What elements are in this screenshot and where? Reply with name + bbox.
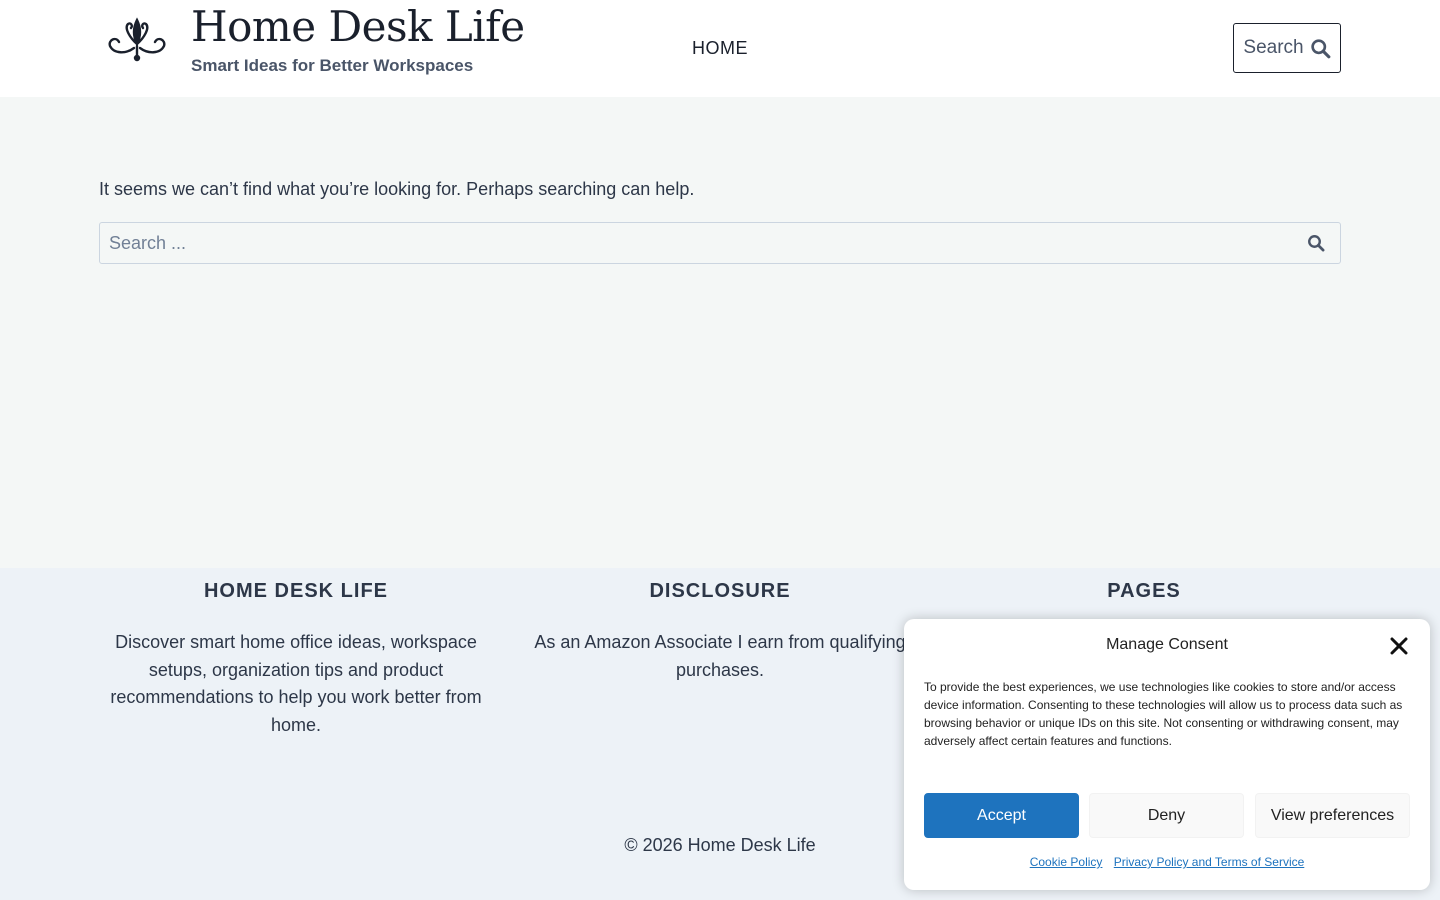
footer-pages: PAGES <box>944 580 1344 603</box>
search-icon <box>1310 38 1330 58</box>
privacy-policy-link[interactable]: Privacy Policy and Terms of Service <box>1114 855 1305 869</box>
site-tagline: Smart Ideas for Better Workspaces <box>191 56 474 75</box>
footer-pages-heading: PAGES <box>1107 580 1181 602</box>
deny-button[interactable]: Deny <box>1089 793 1244 838</box>
close-icon[interactable] <box>1389 636 1409 656</box>
view-preferences-button[interactable]: View preferences <box>1255 793 1410 838</box>
flourish-ornament-icon[interactable] <box>104 14 170 62</box>
header-search-label: Search <box>1243 37 1304 58</box>
consent-title: Manage Consent <box>1106 636 1228 653</box>
cookie-policy-link[interactable]: Cookie Policy <box>1030 855 1103 869</box>
footer-disclosure-heading: DISCLOSURE <box>649 580 791 602</box>
site-header: Home Desk Life Smart Ideas for Better Wo… <box>0 0 1440 97</box>
footer-disclosure: DISCLOSURE As an Amazon Associate I earn… <box>520 580 920 684</box>
search-input[interactable] <box>100 223 1280 263</box>
footer-about-heading: HOME DESK LIFE <box>203 580 388 602</box>
consent-message: To provide the best experiences, we use … <box>924 680 1403 748</box>
footer-about: HOME DESK LIFE Discover smart home offic… <box>99 580 493 739</box>
site-title[interactable]: Home Desk Life <box>191 2 525 51</box>
consent-links: Cookie Policy Privacy Policy and Terms o… <box>904 855 1430 869</box>
header-search-button[interactable]: Search <box>1233 23 1341 73</box>
footer-disclosure-line: As an Amazon Associate I earn from quali… <box>534 632 906 652</box>
footer-about-text: Discover smart home office ideas, worksp… <box>110 632 482 735</box>
not-found-message: It seems we can’t find what you’re looki… <box>99 179 695 199</box>
nav-item-home[interactable]: HOME <box>692 38 748 59</box>
accept-button[interactable]: Accept <box>924 793 1079 838</box>
consent-dialog: Manage Consent To provide the best exper… <box>904 619 1430 890</box>
footer-disclosure-text: As an Amazon Associate I earn from quali… <box>520 629 920 684</box>
search-form <box>99 222 1341 264</box>
footer-disclosure-line: purchases. <box>675 659 765 680</box>
search-submit-icon[interactable] <box>1307 234 1325 252</box>
